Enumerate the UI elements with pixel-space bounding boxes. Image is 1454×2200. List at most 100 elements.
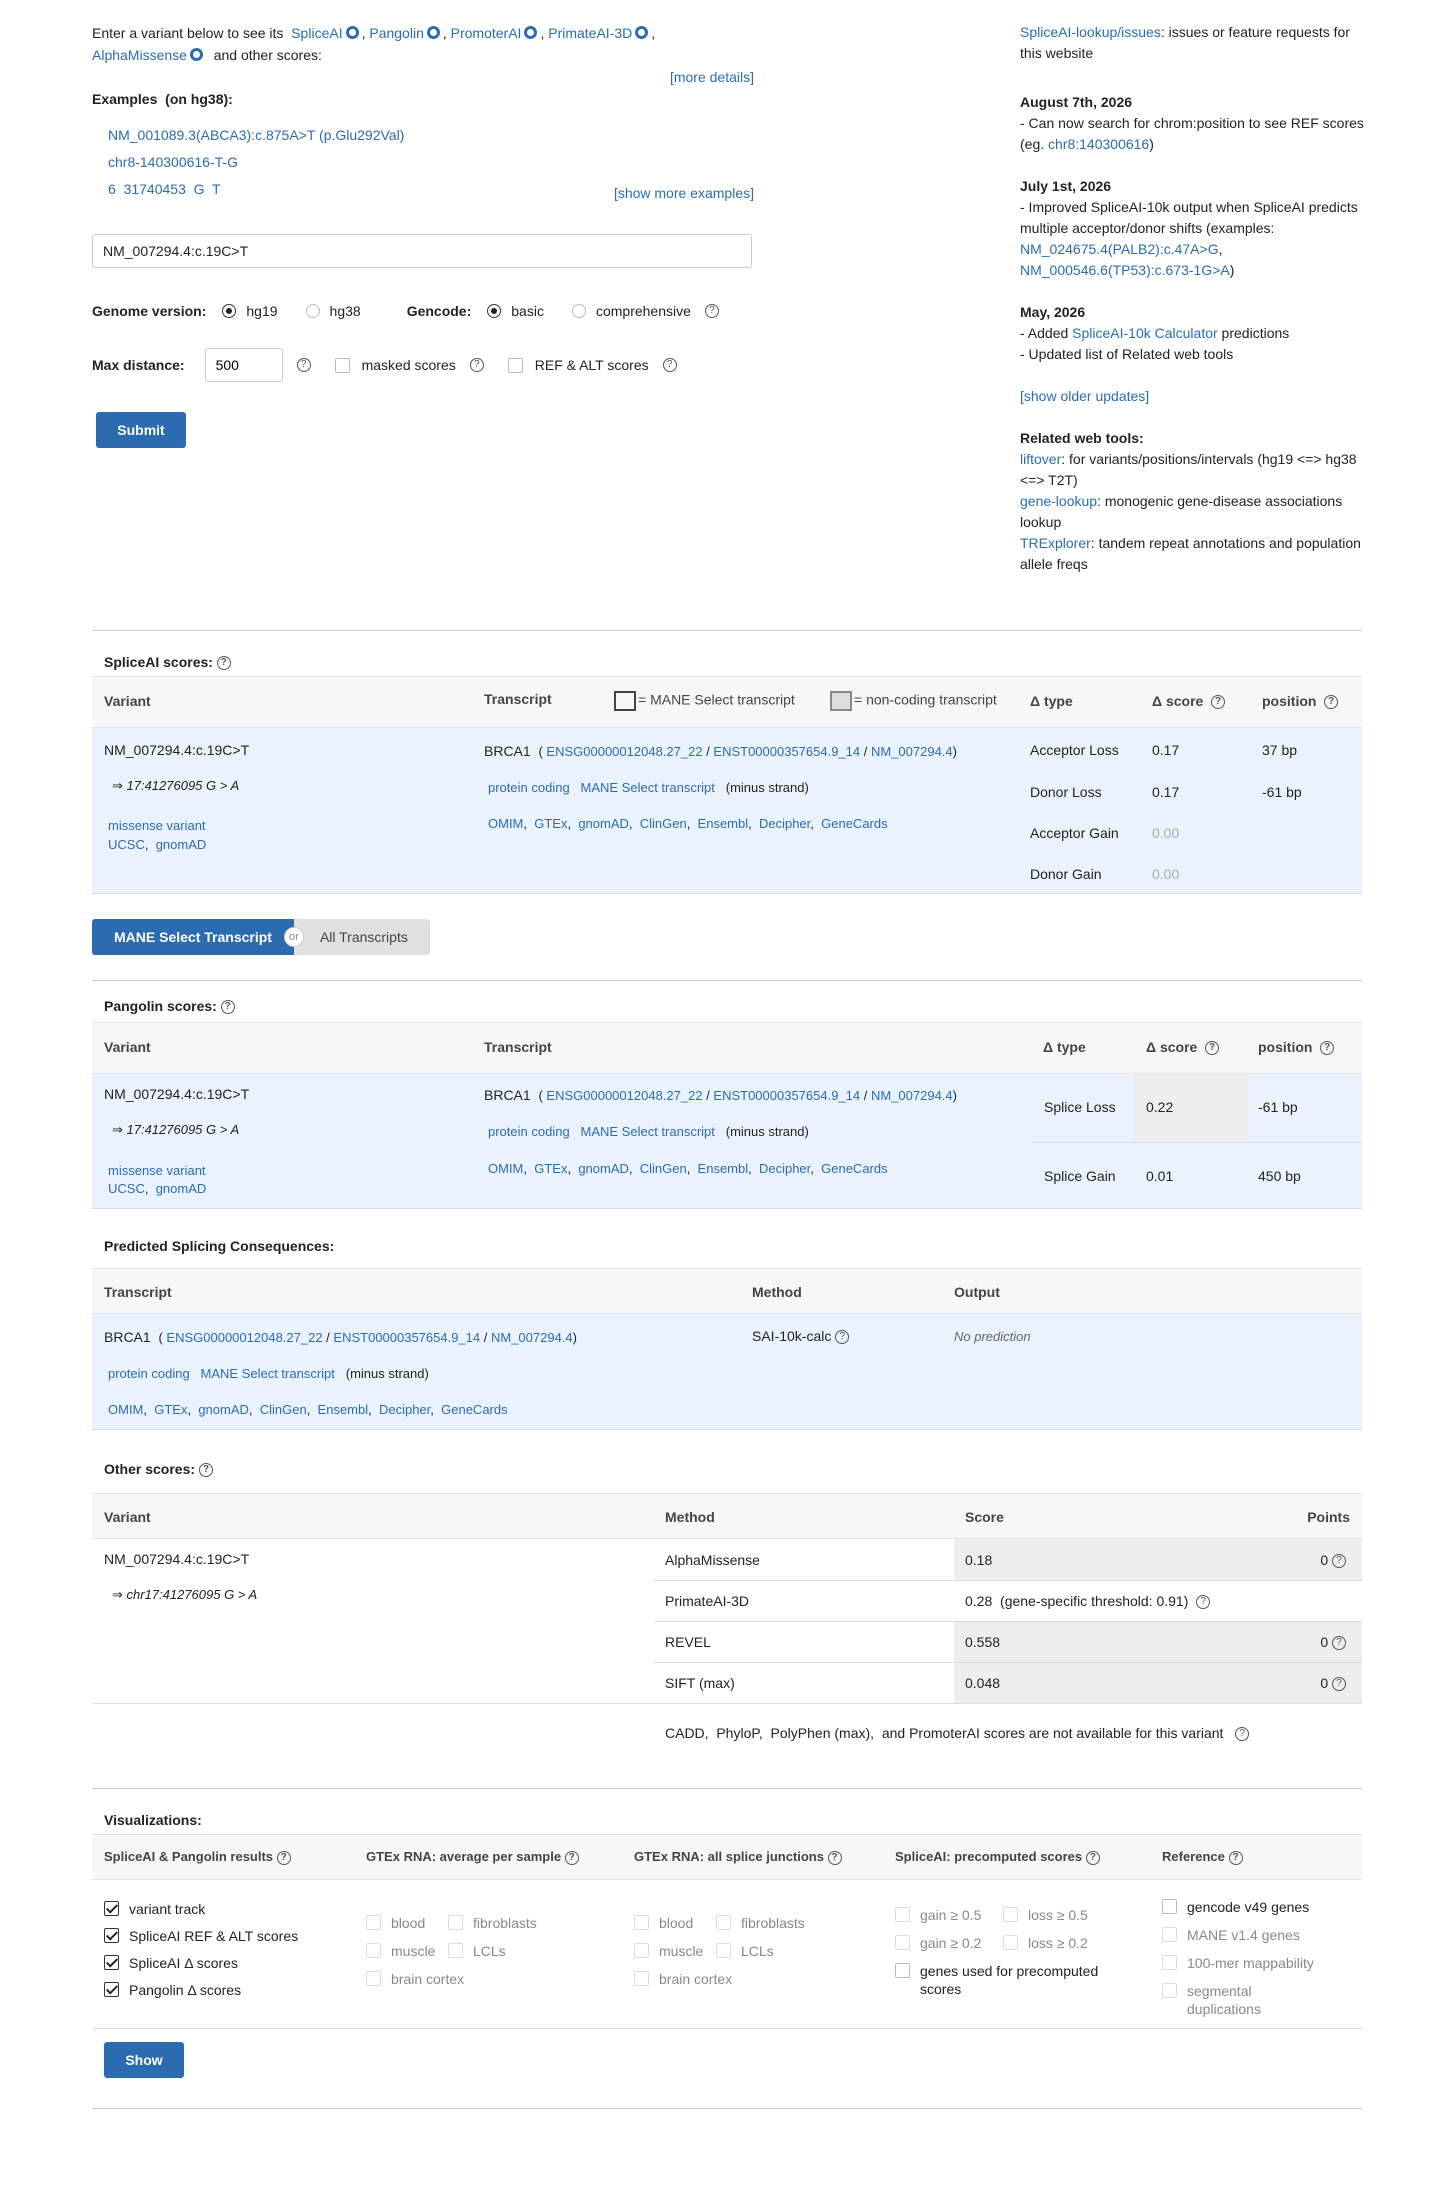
gtex-link[interactable]: GTEx	[534, 816, 567, 831]
help-icon[interactable]: ?	[1211, 695, 1226, 710]
masked-scores-checkbox[interactable]	[334, 357, 350, 373]
decipher-link[interactable]: Decipher	[379, 1402, 430, 1417]
github-icon[interactable]	[426, 26, 440, 39]
ucsc-link[interactable]: UCSC	[108, 837, 145, 852]
omim-link[interactable]: OMIM	[488, 816, 523, 831]
link-promoterai[interactable]: PromoterAI	[451, 25, 522, 41]
news-link[interactable]: NM_000546.6(TP53):c.673-1G>A	[1020, 262, 1230, 278]
mane-link[interactable]: MANE Select transcript	[581, 1124, 715, 1139]
loss-05-checkbox[interactable]	[1003, 1907, 1018, 1922]
radio-hg19[interactable]	[222, 304, 237, 318]
example-link[interactable]: chr8-140300616-T-G	[108, 154, 238, 170]
github-icon[interactable]	[189, 48, 203, 61]
help-icon[interactable]: ?	[276, 1850, 291, 1865]
ref-alt-scores-checkbox[interactable]	[507, 357, 523, 373]
mane-genes-checkbox[interactable]	[1162, 1927, 1177, 1942]
trexplorer-link[interactable]: TRExplorer	[1020, 535, 1091, 551]
junction-blood-checkbox[interactable]	[634, 1915, 649, 1930]
nm-link[interactable]: NM_007294.4	[871, 1088, 953, 1103]
github-icon[interactable]	[635, 26, 649, 39]
link-pangolin[interactable]: Pangolin	[369, 25, 424, 41]
show-more-examples-link[interactable]: [show more examples]	[614, 182, 754, 204]
show-visualizations-button[interactable]: Show	[104, 2042, 184, 2078]
spliceai-delta-checkbox[interactable]	[104, 1955, 119, 1970]
variant-track-checkbox[interactable]	[104, 1901, 119, 1916]
genecards-link[interactable]: GeneCards	[821, 816, 887, 831]
ensg-link[interactable]: ENSG00000012048.27_22	[546, 744, 702, 759]
help-icon[interactable]: ?	[469, 358, 484, 372]
decipher-link[interactable]: Decipher	[759, 1161, 810, 1176]
gnomad-gene-link[interactable]: gnomAD	[578, 816, 629, 831]
ensg-link[interactable]: ENSG00000012048.27_22	[546, 1088, 702, 1103]
enst-link[interactable]: ENST00000357654.9_14	[713, 1088, 860, 1103]
decipher-link[interactable]: Decipher	[759, 816, 810, 831]
radio-hg38[interactable]	[305, 304, 320, 318]
gtex-blood-checkbox[interactable]	[366, 1915, 381, 1930]
ensg-link[interactable]: ENSG00000012048.27_22	[166, 1330, 322, 1345]
github-icon[interactable]	[345, 26, 359, 39]
link-alphamissense[interactable]: AlphaMissense	[92, 47, 187, 63]
news-link[interactable]: chr8:140300616	[1048, 136, 1149, 152]
omim-link[interactable]: OMIM	[488, 1161, 523, 1176]
help-icon[interactable]: ?	[662, 358, 677, 372]
link-spliceai[interactable]: SpliceAI	[291, 25, 342, 41]
loss-02-checkbox[interactable]	[1003, 1935, 1018, 1950]
enst-link[interactable]: ENST00000357654.9_14	[333, 1330, 480, 1345]
junction-fibroblasts-checkbox[interactable]	[716, 1915, 731, 1930]
help-icon[interactable]: ?	[1228, 1850, 1243, 1865]
help-icon[interactable]: ?	[704, 304, 719, 318]
mane-link[interactable]: MANE Select transcript	[581, 780, 715, 795]
consequence-link[interactable]: missense variant	[108, 818, 206, 833]
nm-link[interactable]: NM_007294.4	[871, 744, 953, 759]
gain-05-checkbox[interactable]	[895, 1907, 910, 1922]
all-transcripts-toggle[interactable]: All Transcripts	[293, 919, 430, 955]
gtex-muscle-checkbox[interactable]	[366, 1943, 381, 1958]
help-icon[interactable]: ?	[564, 1850, 579, 1865]
spliceai-ref-alt-checkbox[interactable]	[104, 1928, 119, 1943]
clingen-link[interactable]: ClinGen	[640, 1161, 687, 1176]
omim-link[interactable]: OMIM	[108, 1402, 143, 1417]
gtex-link[interactable]: GTEx	[154, 1402, 187, 1417]
help-icon[interactable]: ?	[1085, 1850, 1100, 1865]
nm-link[interactable]: NM_007294.4	[491, 1330, 573, 1345]
junction-muscle-checkbox[interactable]	[634, 1943, 649, 1958]
help-icon[interactable]: ?	[1324, 695, 1339, 710]
help-icon[interactable]: ?	[1332, 1554, 1346, 1569]
segmental-duplications-checkbox[interactable]	[1162, 1983, 1177, 1998]
ensembl-link[interactable]: Ensembl	[698, 1161, 749, 1176]
junction-brain-cortex-checkbox[interactable]	[634, 1971, 649, 1986]
help-icon[interactable]: ?	[198, 1463, 213, 1478]
gnomad-link[interactable]: gnomAD	[156, 1181, 207, 1196]
clingen-link[interactable]: ClinGen	[640, 816, 687, 831]
consequence-link[interactable]: missense variant	[108, 1163, 206, 1178]
help-icon[interactable]: ?	[216, 656, 231, 671]
biotype-link[interactable]: protein coding	[488, 780, 570, 795]
clingen-link[interactable]: ClinGen	[260, 1402, 307, 1417]
gnomad-gene-link[interactable]: gnomAD	[578, 1161, 629, 1176]
help-icon[interactable]: ?	[296, 358, 311, 372]
gnomad-gene-link[interactable]: gnomAD	[198, 1402, 249, 1417]
mappability-checkbox[interactable]	[1162, 1955, 1177, 1970]
news-link[interactable]: NM_024675.4(PALB2):c.47A>G	[1020, 241, 1219, 257]
more-details-link[interactable]: [more details]	[670, 66, 754, 88]
ensembl-link[interactable]: Ensembl	[318, 1402, 369, 1417]
gtex-fibroblasts-checkbox[interactable]	[448, 1915, 463, 1930]
gene-lookup-link[interactable]: gene-lookup	[1020, 493, 1097, 509]
example-link[interactable]: NM_001089.3(ABCA3):c.875A>T (p.Glu292Val…	[108, 127, 404, 143]
pangolin-delta-checkbox[interactable]	[104, 1982, 119, 1997]
help-icon[interactable]: ?	[1332, 1636, 1346, 1651]
help-icon[interactable]: ?	[1205, 1041, 1220, 1056]
gtex-brain-cortex-checkbox[interactable]	[366, 1971, 381, 1986]
biotype-link[interactable]: protein coding	[108, 1366, 190, 1381]
help-icon[interactable]: ?	[1235, 1727, 1250, 1742]
help-icon[interactable]: ?	[1196, 1595, 1211, 1610]
liftover-link[interactable]: liftover	[1020, 451, 1061, 467]
ensembl-link[interactable]: Ensembl	[698, 816, 749, 831]
variant-input[interactable]	[92, 234, 752, 268]
enst-link[interactable]: ENST00000357654.9_14	[713, 744, 860, 759]
mane-select-toggle[interactable]: MANE Select Transcript	[92, 919, 294, 955]
ucsc-link[interactable]: UCSC	[108, 1181, 145, 1196]
max-distance-input[interactable]	[204, 348, 283, 382]
help-icon[interactable]: ?	[1332, 1677, 1346, 1692]
radio-basic[interactable]	[487, 304, 502, 318]
